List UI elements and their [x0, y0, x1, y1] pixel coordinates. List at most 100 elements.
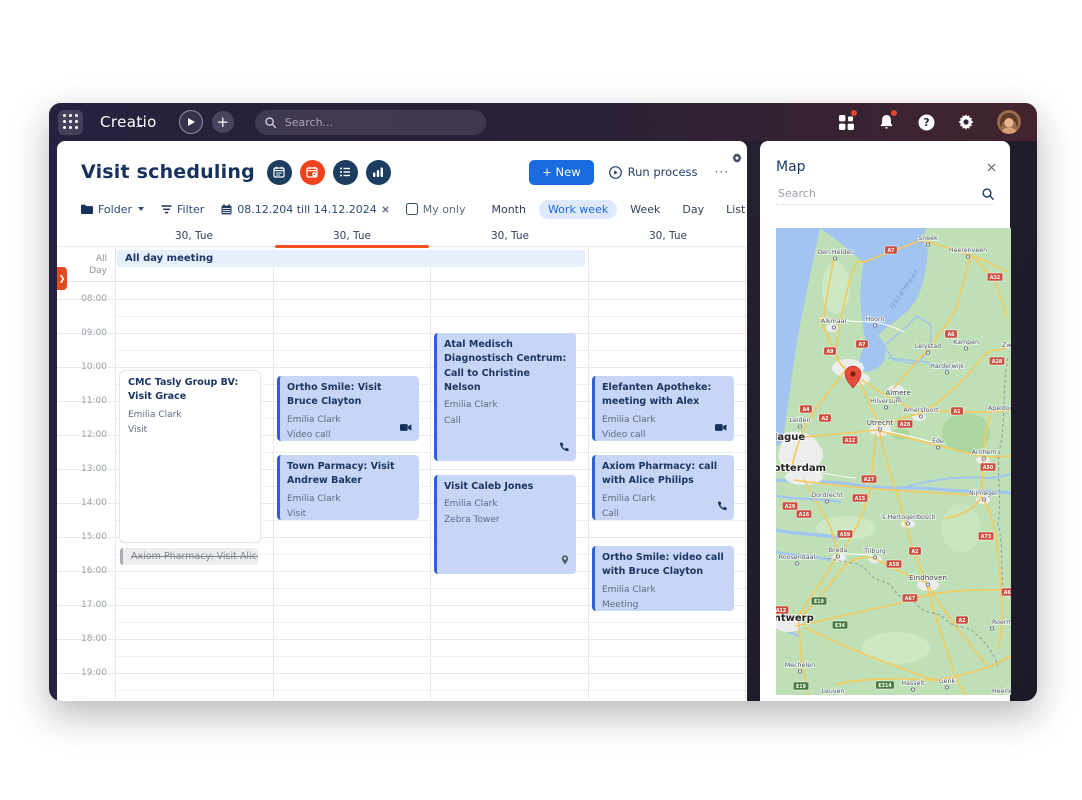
event-card[interactable]: Ortho Smile: video call with Bruce Clayt…: [592, 546, 734, 611]
event-card[interactable]: Town Parmacy: Visit Andrew Baker Emilia C…: [277, 455, 419, 520]
my-only-toggle[interactable]: My only: [405, 203, 465, 216]
day-column-header[interactable]: 30, Tue: [431, 225, 589, 246]
event-card[interactable]: Ortho Smile: Visit Bruce Clayton Emilia C…: [277, 376, 419, 441]
event-title: Ortho Smile: Visit Bruce Clayton: [287, 382, 382, 408]
map-city-dot: [925, 350, 931, 355]
map-city-label: Rotterdam: [776, 463, 826, 474]
map-city-label: Alkmaar: [821, 318, 848, 325]
view-tab-work-week[interactable]: Work week: [538, 199, 618, 219]
hour-gridline: [57, 299, 747, 300]
avatar[interactable]: [997, 110, 1021, 134]
map-city-label: Apeldoorn: [988, 405, 1011, 412]
quick-add-button[interactable]: +: [211, 111, 234, 133]
close-icon[interactable]: [985, 155, 998, 178]
clear-date-icon[interactable]: [382, 205, 389, 213]
date-range-label: 08.12.204 till 14.12.2024: [237, 202, 377, 216]
day-column-header[interactable]: 30, Tue: [115, 225, 273, 246]
process-play-button[interactable]: [178, 110, 203, 134]
map-city-label: Hasselt: [901, 680, 925, 687]
view-tab-month[interactable]: Month: [482, 200, 534, 219]
list-view-button[interactable]: [332, 159, 358, 185]
map-city-dot: [944, 685, 950, 690]
date-range-filter[interactable]: 08.12.204 till 14.12.2024: [221, 202, 389, 216]
map-city-dot: [910, 687, 916, 692]
road-badge-label: A59: [840, 532, 851, 538]
time-grid[interactable]: 08:00 09:00 10:00 11:00 12:00 13:00 14:00 15:00…: [57, 281, 747, 700]
event-title: Axiom Pharmacy: call with Alice Philips: [602, 461, 718, 487]
chevron-right-icon: ❯: [58, 274, 66, 283]
time-label: 18:00: [81, 634, 107, 644]
search-icon: [265, 116, 276, 128]
pin-icon-wrap: [561, 550, 569, 569]
run-process-button[interactable]: Run process: [608, 165, 698, 179]
time-label: 12:00: [81, 430, 107, 440]
workspace-switcher-icon[interactable]: [837, 110, 857, 131]
map-city-dot: [831, 325, 837, 330]
map-city-label: Heerlen: [992, 688, 1011, 695]
event-card[interactable]: Axiom Pharmacy: Visit Alice: [120, 548, 258, 565]
map-canvas[interactable]: Den Helder Sneek Heerenveen Alkmaar Hoorn Lel…: [776, 228, 1011, 695]
help-icon[interactable]: ?: [917, 113, 935, 131]
view-tab-list[interactable]: List: [717, 200, 754, 219]
map-city-label: Lelystad: [915, 343, 941, 350]
event-title: Atal Medisch Diagnostisch Centrum: Call …: [444, 339, 567, 393]
map-search[interactable]: [776, 183, 994, 205]
global-search[interactable]: [254, 109, 486, 135]
page-settings-gear-icon[interactable]: [732, 148, 742, 167]
view-tab-week[interactable]: Week: [621, 200, 669, 219]
event-type: Meeting: [602, 600, 639, 611]
new-button[interactable]: + New: [529, 159, 594, 185]
event-owner: Emilia Clark: [287, 414, 341, 425]
event-card[interactable]: Visit Caleb Jones Emilia Clark Zebra Tower: [434, 475, 576, 574]
road-badge-label: A2: [821, 416, 828, 422]
road-badge-label: A4: [802, 407, 810, 413]
folder-icon: [81, 204, 93, 214]
global-search-input[interactable]: [282, 114, 476, 130]
folder-filter[interactable]: Folder: [81, 203, 144, 216]
map-search-input[interactable]: [776, 186, 982, 201]
event-card[interactable]: Axiom Pharmacy: call with Alice Philips E…: [592, 455, 734, 520]
view-tab-day[interactable]: Day: [673, 200, 713, 219]
map-city-label: Leiden: [790, 417, 811, 424]
event-card[interactable]: Atal Medisch Diagnostisch Centrum: Call …: [434, 333, 576, 461]
map-city-label: Roermond: [992, 619, 1011, 626]
event-type: Call: [602, 509, 619, 520]
map-city-dot: [905, 521, 911, 526]
page-title: Visit scheduling: [81, 161, 255, 183]
road-badge-label: A12: [845, 438, 855, 444]
scheduler-view-button[interactable]: [299, 159, 325, 185]
map-city-dot: [944, 370, 950, 375]
filter-label: Filter: [177, 202, 205, 216]
bell-icon[interactable]: [877, 110, 897, 131]
map-city-label: Arnhem: [972, 449, 997, 456]
more-options-button[interactable]: ···: [713, 165, 731, 179]
expand-panel-tab[interactable]: ❯: [57, 267, 67, 290]
app-launcher-icon[interactable]: [58, 109, 83, 135]
event-title: Elefanten Apotheke: meeting with Alex: [602, 382, 712, 408]
all-day-event[interactable]: All day meeting: [117, 250, 585, 267]
folder-label: Folder: [98, 202, 132, 216]
time-label: 14:00: [81, 498, 107, 508]
video-icon-wrap: [400, 417, 412, 436]
road-badge-label: A28: [900, 422, 911, 428]
map-city-label: 's-Hertogenbosch: [880, 514, 935, 521]
event-title: Ortho Smile: video call with Bruce Clayt…: [602, 552, 724, 578]
event-title: Visit Caleb Jones: [444, 481, 534, 492]
event-title: CMC Tasly Group BV: Visit Grace: [128, 377, 239, 403]
map-city-label: Heerenveen: [949, 247, 987, 254]
day-column-header[interactable]: 30, Tue: [273, 225, 431, 248]
dashboard-view-button[interactable]: [365, 159, 391, 185]
event-card[interactable]: CMC Tasly Group BV: Visit Grace Emilia Cl…: [119, 370, 261, 543]
map-city-label: Breda: [829, 547, 848, 554]
filter-button[interactable]: Filter: [161, 203, 204, 216]
event-card[interactable]: Elefanten Apotheke: meeting with Alex Emi…: [592, 376, 734, 441]
gear-icon[interactable]: [957, 113, 975, 131]
filter-toolbar: Folder Filter 08.12.204 till 14.12.2024 …: [81, 199, 745, 219]
map-city-label: Sneek: [918, 235, 938, 242]
day-column-header[interactable]: 30, Tue: [589, 225, 747, 246]
event-type: Call: [444, 415, 461, 426]
time-label: 10:00: [81, 362, 107, 372]
content-area: Visit scheduling + New Run process ··· F…: [49, 141, 1037, 701]
time-label: 17:00: [81, 600, 107, 610]
calendar-view-button[interactable]: [266, 159, 292, 185]
